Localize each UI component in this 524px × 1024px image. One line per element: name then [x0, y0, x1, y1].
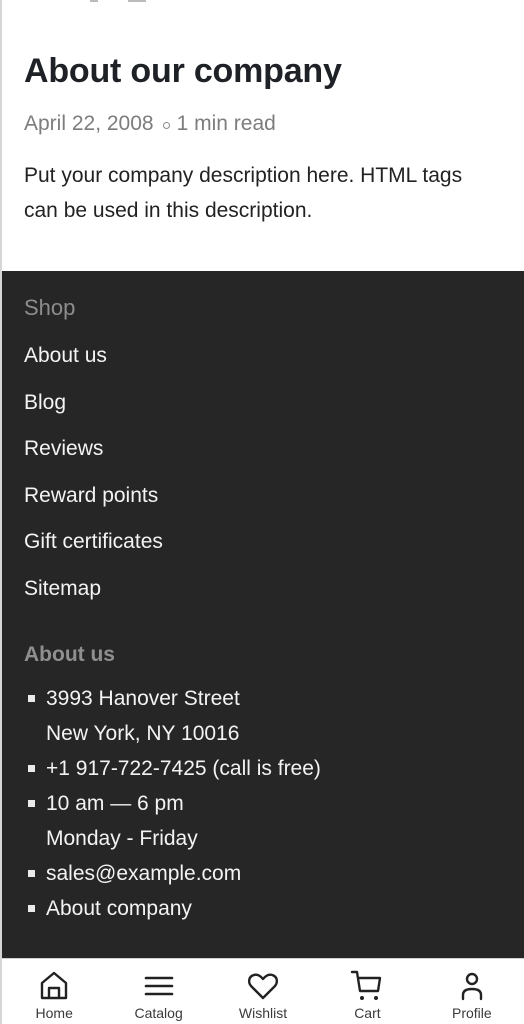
footer-link-blog[interactable]: Blog [24, 388, 163, 435]
footer-link-reward-points[interactable]: Reward points [24, 481, 163, 528]
phone-number[interactable]: +1 917-722-7425 (call is free) [46, 751, 321, 786]
contact-address: 3993 Hanover Street New York, NY 10016 [24, 681, 321, 751]
article-date: April 22, 2008 [24, 112, 154, 135]
footer-heading-shop: Shop [24, 295, 76, 320]
bullet-icon [28, 870, 35, 877]
contact-list: 3993 Hanover Street New York, NY 10016 +… [24, 681, 321, 926]
footer-shop-links: About us Blog Reviews Reward points Gift… [24, 341, 163, 621]
footer-link-sitemap[interactable]: Sitemap [24, 574, 163, 621]
footer-heading-about: About us [24, 643, 115, 666]
nav-wishlist[interactable]: Wishlist [211, 959, 315, 1024]
nav-profile-label: Profile [451, 1005, 492, 1021]
nav-cart-label: Cart [354, 1005, 381, 1021]
nav-profile[interactable]: Profile [420, 959, 524, 1024]
bullet-icon [28, 800, 35, 807]
nav-cart[interactable]: Cart [315, 959, 419, 1024]
footer-link-reviews[interactable]: Reviews [24, 434, 163, 481]
heart-icon [248, 973, 279, 1000]
menu-icon [144, 976, 173, 996]
page: About our company April 22, 2008 1 min r… [0, 0, 524, 1024]
user-icon [461, 972, 483, 1001]
contact-about-company[interactable]: About company [24, 891, 321, 926]
footer-link-gift-certificates[interactable]: Gift certificates [24, 527, 163, 574]
cart-icon [351, 970, 382, 1000]
nav-catalog[interactable]: Catalog [106, 959, 210, 1024]
bottom-nav: Home Catalog Wishlist Cart Profile [2, 958, 524, 1024]
nav-wishlist-label: Wishlist [238, 1005, 288, 1021]
bullet-icon [28, 905, 35, 912]
nav-home[interactable]: Home [2, 959, 106, 1024]
address-line1: 3993 Hanover Street [46, 687, 240, 710]
article-meta: April 22, 2008 1 min read [24, 112, 276, 136]
nav-home-label: Home [35, 1005, 73, 1021]
bullet-icon [28, 695, 35, 702]
contact-email[interactable]: sales@example.com [24, 856, 321, 891]
read-time: 1 min read [176, 112, 276, 135]
separator-dot-icon [162, 121, 170, 129]
hours-line1: 10 am — 6 pm [46, 792, 184, 815]
address-line2: New York, NY 10016 [46, 722, 240, 745]
about-company-link[interactable]: About company [46, 891, 321, 926]
footer-link-about-us[interactable]: About us [24, 341, 163, 388]
article-body: Put your company description here. HTML … [24, 164, 463, 222]
footer: Shop About us Blog Reviews Reward points… [2, 271, 524, 958]
breadcrumb-remnant [90, 0, 146, 3]
page-title: About our company [24, 52, 342, 90]
bullet-icon [28, 765, 35, 772]
contact-phone[interactable]: +1 917-722-7425 (call is free) [24, 751, 321, 786]
article: About our company April 22, 2008 1 min r… [2, 0, 524, 271]
home-icon [41, 971, 68, 1000]
hours-line2: Monday - Friday [46, 827, 198, 850]
email-link[interactable]: sales@example.com [46, 856, 321, 891]
contact-hours: 10 am — 6 pm Monday - Friday [24, 786, 321, 856]
nav-catalog-label: Catalog [134, 1005, 183, 1021]
